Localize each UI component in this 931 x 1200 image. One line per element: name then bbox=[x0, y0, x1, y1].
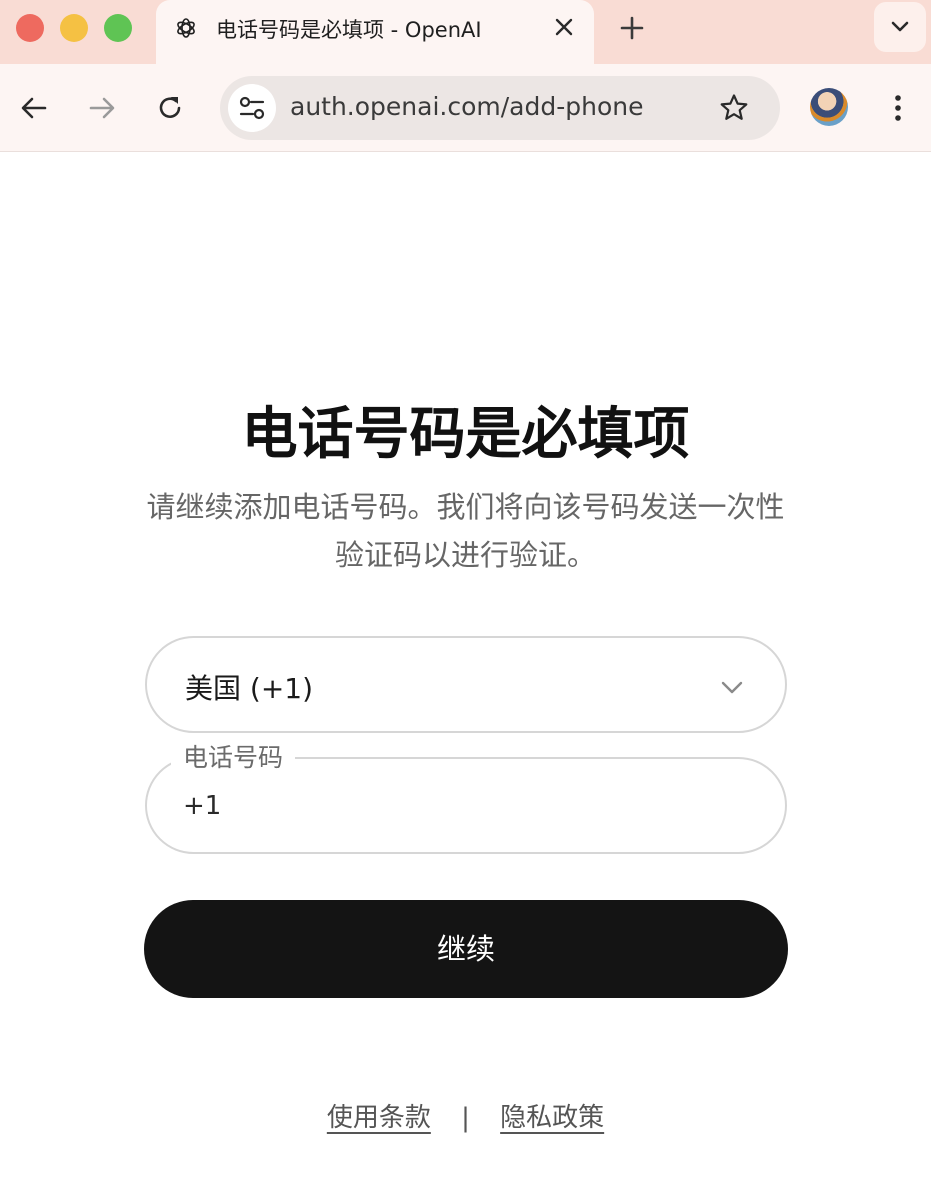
chevron-down-icon bbox=[721, 681, 743, 694]
profile-avatar[interactable] bbox=[810, 88, 848, 126]
footer-separator: | bbox=[461, 1103, 470, 1133]
phone-number-input[interactable] bbox=[183, 781, 743, 831]
close-icon[interactable] bbox=[552, 15, 576, 39]
page-content: 电话号码是必填项 请继续添加电话号码。我们将向该号码发送一次性验证码以进行验证。… bbox=[0, 153, 931, 1200]
phone-number-field[interactable]: 电话号码 bbox=[145, 742, 787, 854]
chevron-down-icon bbox=[891, 21, 909, 32]
tune-icon bbox=[239, 96, 265, 120]
window-close-button[interactable] bbox=[16, 14, 44, 42]
address-bar[interactable]: auth.openai.com/add-phone bbox=[220, 76, 780, 140]
tab-strip: 电话号码是必填项 - OpenAI bbox=[0, 0, 931, 64]
privacy-link[interactable]: 隐私政策 bbox=[500, 1103, 604, 1133]
page-subtitle: 请继续添加电话号码。我们将向该号码发送一次性验证码以进行验证。 bbox=[146, 490, 785, 572]
footer-links: 使用条款 | 隐私政策 bbox=[0, 1097, 931, 1134]
arrow-left-icon[interactable] bbox=[18, 92, 50, 124]
reload-icon[interactable] bbox=[154, 92, 186, 124]
window-zoom-button[interactable] bbox=[104, 14, 132, 42]
openai-logo-icon bbox=[177, 18, 195, 38]
tab-search-button[interactable] bbox=[874, 2, 926, 52]
tab-title: 电话号码是必填项 - OpenAI bbox=[216, 18, 482, 42]
country-select[interactable]: 美国 (+1) bbox=[145, 636, 787, 733]
url-text[interactable]: auth.openai.com/add-phone bbox=[290, 92, 644, 121]
terms-link[interactable]: 使用条款 bbox=[327, 1103, 431, 1133]
country-select-value: 美国 (+1) bbox=[185, 672, 314, 705]
star-icon[interactable] bbox=[718, 92, 750, 124]
continue-button[interactable]: 继续 bbox=[144, 900, 788, 998]
arrow-right-icon[interactable] bbox=[86, 92, 118, 124]
active-tab[interactable]: 电话号码是必填项 - OpenAI bbox=[156, 0, 594, 64]
phone-number-label: 电话号码 bbox=[171, 742, 296, 774]
window-minimize-button[interactable] bbox=[60, 14, 88, 42]
page-title: 电话号码是必填项 bbox=[241, 402, 690, 467]
site-info-button[interactable] bbox=[228, 84, 276, 132]
plus-icon[interactable] bbox=[618, 14, 646, 42]
more-vert-icon[interactable] bbox=[886, 92, 910, 124]
browser-toolbar: auth.openai.com/add-phone bbox=[0, 64, 931, 152]
